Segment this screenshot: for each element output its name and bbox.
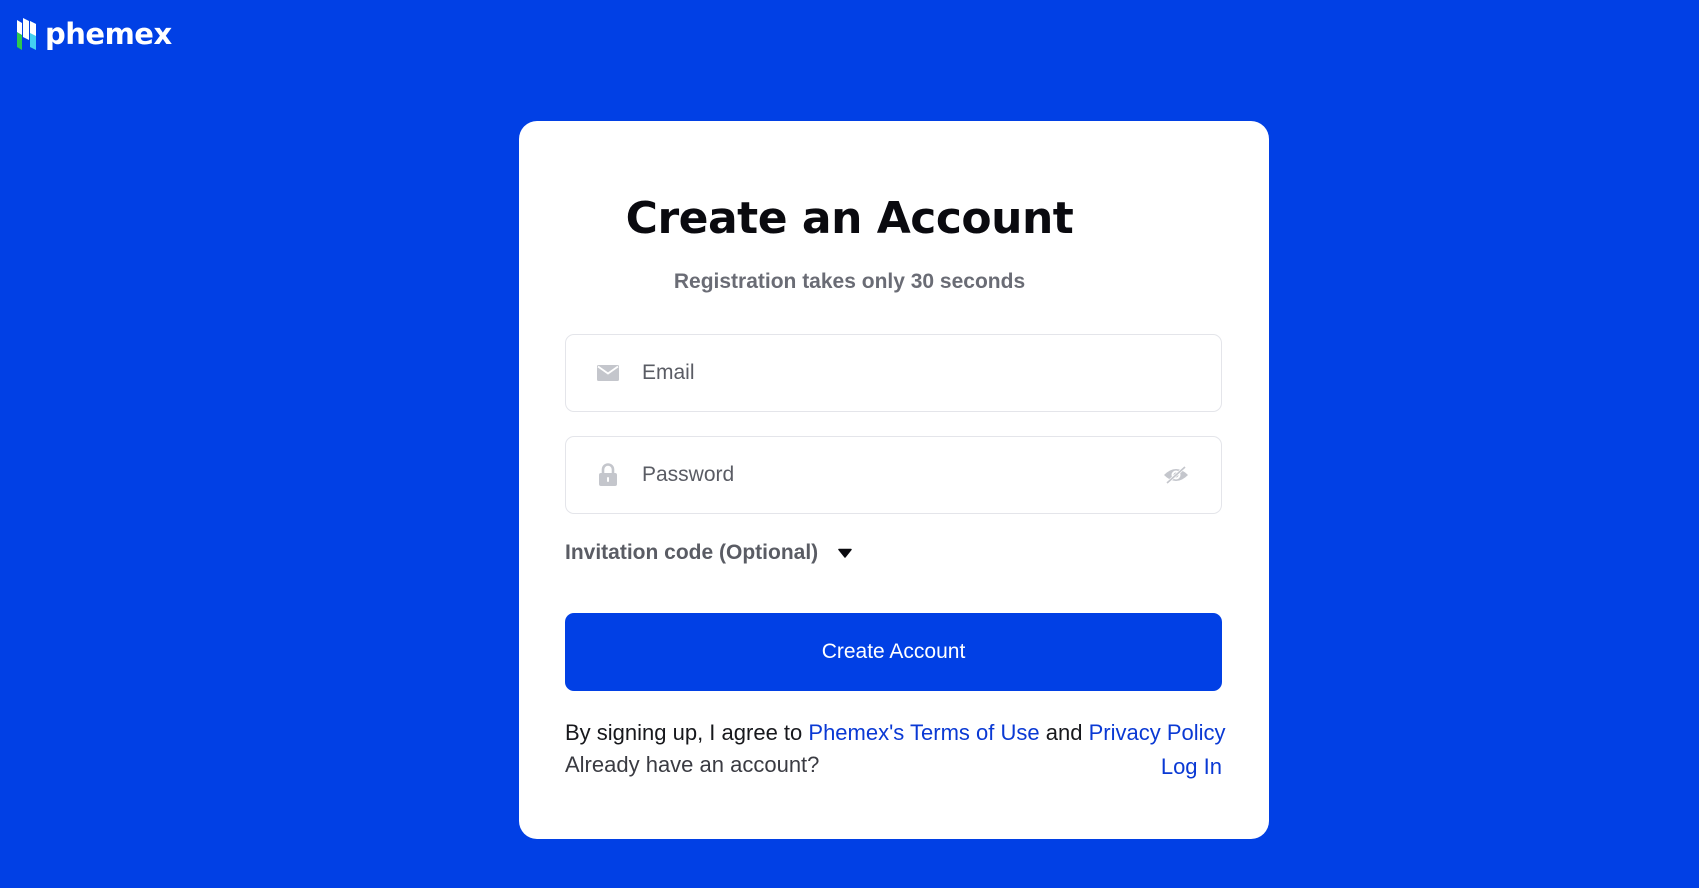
mail-icon (596, 361, 620, 385)
already-have-account-text: Already have an account? (565, 752, 820, 777)
brand-logo[interactable]: phemex (16, 16, 172, 52)
password-field[interactable] (565, 436, 1222, 514)
email-field[interactable] (565, 334, 1222, 412)
page-subtitle: Registration takes only 30 seconds (673, 270, 1026, 293)
terms-and: and (1045, 720, 1083, 745)
caret-down-icon (838, 548, 852, 558)
password-input[interactable] (642, 455, 1161, 495)
eye-off-icon[interactable] (1161, 463, 1191, 487)
lock-icon (596, 463, 620, 487)
invitation-code-label: Invitation code (Optional) (565, 541, 819, 564)
create-account-button[interactable]: Create Account (565, 613, 1222, 691)
terms-prefix: By signing up, I agree to (565, 720, 803, 745)
terms-of-use-link[interactable]: Phemex's Terms of Use (808, 720, 1039, 745)
page-title: Create an Account (625, 193, 1074, 244)
privacy-policy-link[interactable]: Privacy Policy (1089, 720, 1226, 745)
phemex-logo-icon (17, 18, 36, 50)
brand-name: phemex (45, 16, 172, 51)
email-input[interactable] (642, 353, 1221, 393)
log-in-link[interactable]: Log In (1161, 751, 1222, 783)
terms-text: By signing up, I agree to Phemex's Terms… (565, 717, 1226, 749)
invitation-code-toggle[interactable]: Invitation code (Optional) (565, 536, 852, 570)
